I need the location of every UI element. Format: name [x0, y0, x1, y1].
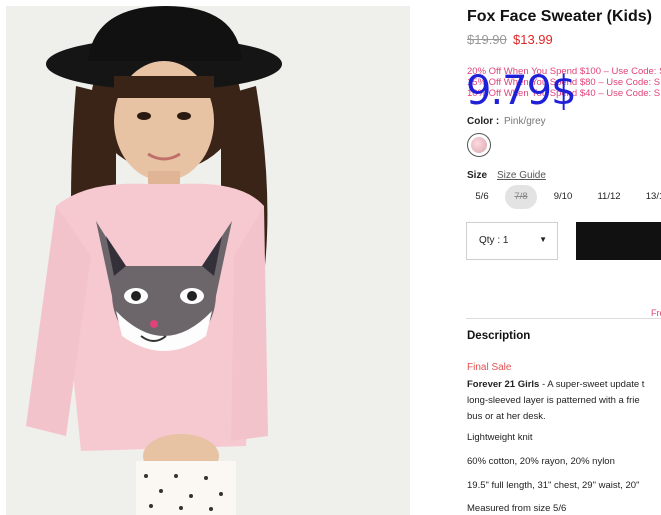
- product-title: Fox Face Sweater (Kids): [467, 8, 652, 25]
- size-option-5-6[interactable]: 5/6: [466, 185, 498, 209]
- sale-price: $13.99: [513, 32, 553, 47]
- shipping-note: Fre: [651, 308, 661, 318]
- swatch-fill: [471, 137, 487, 153]
- size-label: Size: [467, 170, 488, 181]
- feature-measurements: 19.5" full length, 31" chest, 29" waist,…: [467, 480, 640, 491]
- product-photo-illustration: [6, 6, 410, 515]
- chevron-down-icon: ▼: [539, 235, 547, 244]
- divider: [466, 318, 661, 319]
- size-option-13-14[interactable]: 13/1: [639, 185, 661, 209]
- description-text-1: - A super-sweet update t: [539, 379, 645, 390]
- size-option-11-12[interactable]: 11/12: [593, 185, 625, 209]
- color-value: Pink/grey: [504, 116, 546, 127]
- quantity-select[interactable]: Qty : 1 ▼: [466, 222, 558, 260]
- original-price: $19.90: [467, 32, 507, 47]
- size-option-9-10[interactable]: 9/10: [547, 185, 579, 209]
- feature-weight: Lightweight knit: [467, 432, 533, 443]
- description-line-2: long-sleeved layer is patterned with a f…: [467, 395, 640, 406]
- description-heading: Description: [467, 330, 531, 342]
- size-option-7-8[interactable]: 7/8: [505, 185, 537, 209]
- add-to-bag-button[interactable]: [576, 222, 661, 260]
- final-sale-label: Final Sale: [467, 362, 512, 373]
- price-overlay-annotation: 9.79$: [466, 68, 577, 114]
- brand-name: Forever 21 Girls: [467, 379, 540, 390]
- description-line-3: bus or at her desk.: [467, 411, 546, 422]
- feature-size-note: Measured from size 5/6: [467, 503, 567, 514]
- product-image[interactable]: [6, 6, 410, 515]
- color-swatch-pink-grey[interactable]: [467, 133, 491, 157]
- feature-material: 60% cotton, 20% rayon, 20% nylon: [467, 456, 615, 467]
- quantity-label: Qty : 1: [479, 235, 509, 246]
- color-label: Color :: [467, 116, 500, 127]
- description-line-1: Forever 21 Girls - A super-sweet update …: [467, 379, 644, 390]
- size-guide-link[interactable]: Size Guide: [497, 170, 546, 181]
